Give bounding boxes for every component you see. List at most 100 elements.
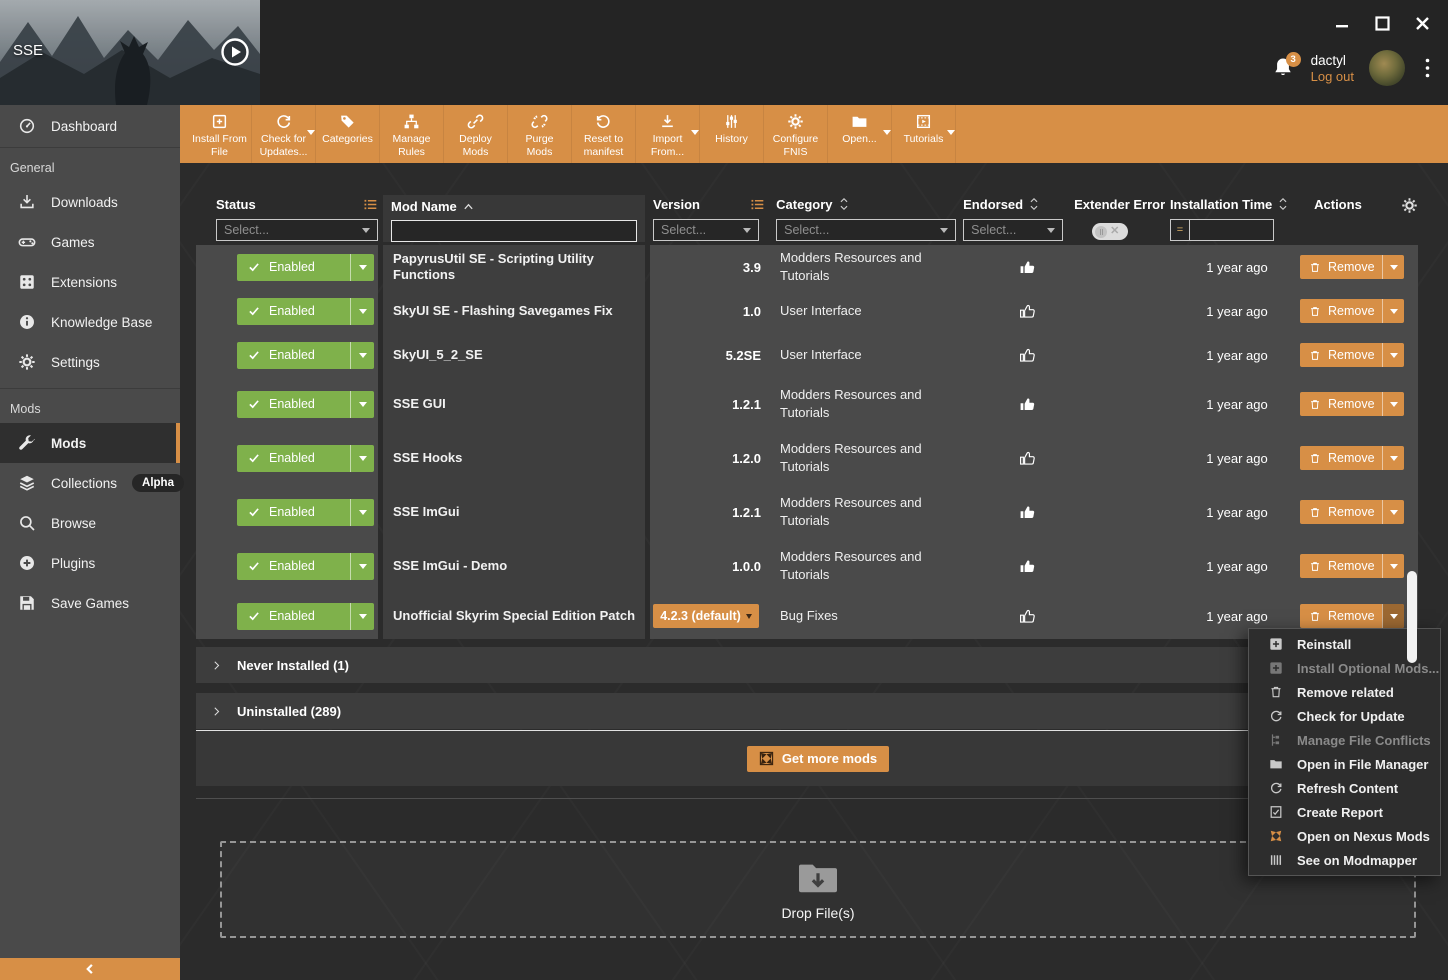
remove-mod-button[interactable]: Remove (1300, 343, 1404, 367)
context-item-refresh-content[interactable]: Refresh Content (1249, 776, 1440, 800)
remove-dropdown-caret[interactable] (1382, 392, 1404, 416)
column-header-extender-error[interactable]: Extender Error (1074, 197, 1165, 212)
column-header-status[interactable]: Status (216, 197, 256, 212)
version-select-button[interactable]: 4.2.3 (default) (653, 604, 759, 628)
drop-files-zone[interactable]: Drop File(s) (220, 841, 1416, 938)
version-filter-select[interactable]: Select... (653, 219, 759, 241)
status-dropdown-caret[interactable] (350, 603, 374, 630)
endorse-thumb-icon[interactable] (1019, 558, 1036, 575)
play-game-icon[interactable] (220, 37, 250, 67)
minimize-button[interactable] (1332, 13, 1352, 33)
status-filter-select[interactable]: Select... (216, 219, 378, 241)
context-item-see-on-modmapper[interactable]: See on Modmapper (1249, 848, 1440, 872)
column-header-installation-time[interactable]: Installation Time (1170, 197, 1272, 212)
mod-status-toggle[interactable]: Enabled (237, 391, 374, 418)
status-dropdown-caret[interactable] (350, 342, 374, 369)
mod-name[interactable]: SkyUI SE - Flashing Savegames Fix (393, 303, 613, 319)
endorse-thumb-icon[interactable] (1019, 303, 1036, 320)
context-item-create-report[interactable]: Create Report (1249, 800, 1440, 824)
mod-name-filter-input[interactable] (391, 220, 637, 242)
endorse-thumb-icon[interactable] (1019, 347, 1036, 364)
collapse-sidebar-button[interactable] (0, 958, 180, 980)
remove-dropdown-caret[interactable] (1382, 255, 1404, 279)
endorsed-filter-select[interactable]: Select... (963, 219, 1063, 241)
remove-dropdown-caret[interactable] (1382, 446, 1404, 470)
remove-dropdown-caret[interactable] (1382, 500, 1404, 524)
mod-name[interactable]: Unofficial Skyrim Special Edition Patch (393, 608, 635, 624)
sidebar-item-settings[interactable]: Settings (0, 342, 180, 382)
toolbar-check-for-updates[interactable]: Check for Updates... (252, 105, 316, 163)
remove-mod-button[interactable]: Remove (1300, 392, 1404, 416)
toolbar-manage-rules[interactable]: Manage Rules (380, 105, 444, 163)
mod-status-toggle[interactable]: Enabled (237, 298, 374, 325)
endorse-thumb-icon[interactable] (1019, 396, 1036, 413)
context-item-manage-file-conflicts[interactable]: Manage File Conflicts (1249, 728, 1440, 752)
column-header-mod-name[interactable]: Mod Name (391, 199, 457, 214)
endorse-thumb-icon[interactable] (1019, 259, 1036, 276)
remove-mod-button[interactable]: Remove (1300, 500, 1404, 524)
mod-name[interactable]: SkyUI_5_2_SE (393, 347, 483, 363)
endorse-thumb-icon[interactable] (1019, 450, 1036, 467)
time-filter-input[interactable] (1190, 219, 1274, 241)
mod-name[interactable]: SSE GUI (393, 396, 446, 412)
mod-status-toggle[interactable]: Enabled (237, 254, 374, 281)
toolbar-tutorials[interactable]: Tutorials (892, 105, 956, 163)
overflow-menu-icon[interactable] (1420, 57, 1434, 79)
context-item-open-in-file-manager[interactable]: Open in File Manager (1249, 752, 1440, 776)
mod-name[interactable]: SSE ImGui (393, 504, 459, 520)
maximize-button[interactable] (1372, 13, 1392, 33)
table-settings-gear-icon[interactable] (1401, 197, 1418, 214)
notifications-button[interactable]: 3 (1272, 56, 1296, 80)
mod-status-toggle[interactable]: Enabled (237, 603, 374, 630)
status-dropdown-caret[interactable] (350, 298, 374, 325)
endorse-thumb-icon[interactable] (1019, 504, 1036, 521)
mod-status-toggle[interactable]: Enabled (237, 342, 374, 369)
scrollbar-thumb[interactable] (1407, 571, 1417, 663)
status-dropdown-caret[interactable] (350, 391, 374, 418)
sidebar-item-save-games[interactable]: Save Games (0, 583, 180, 623)
column-header-endorsed[interactable]: Endorsed (963, 197, 1023, 212)
extender-error-filter-toggle[interactable]: ✕ (1092, 223, 1128, 240)
status-dropdown-caret[interactable] (350, 499, 374, 526)
column-header-version[interactable]: Version (653, 197, 700, 212)
group-by-icon[interactable] (363, 197, 378, 212)
status-dropdown-caret[interactable] (350, 553, 374, 580)
toolbar-reset-to-manifest[interactable]: Reset to manifest (572, 105, 636, 163)
toolbar-deploy-mods[interactable]: Deploy Mods (444, 105, 508, 163)
toolbar-open[interactable]: Open... (828, 105, 892, 163)
sidebar-item-downloads[interactable]: Downloads (0, 182, 180, 222)
endorse-thumb-icon[interactable] (1019, 608, 1036, 625)
remove-mod-button[interactable]: Remove (1300, 446, 1404, 470)
mod-name[interactable]: SSE ImGui - Demo (393, 558, 507, 574)
toolbar-history[interactable]: History (700, 105, 764, 163)
toolbar-configure-fnis[interactable]: Configure FNIS (764, 105, 828, 163)
sidebar-item-knowledge-base[interactable]: Knowledge Base (0, 302, 180, 342)
remove-dropdown-caret[interactable] (1382, 604, 1404, 628)
mod-status-toggle[interactable]: Enabled (237, 553, 374, 580)
context-item-remove-related[interactable]: Remove related (1249, 680, 1440, 704)
remove-mod-button[interactable]: Remove (1300, 255, 1404, 279)
toolbar-import-from[interactable]: Import From... (636, 105, 700, 163)
toolbar-install-from-file[interactable]: Install From File (188, 105, 252, 163)
mod-status-toggle[interactable]: Enabled (237, 445, 374, 472)
sidebar-item-extensions[interactable]: Extensions (0, 262, 180, 302)
logout-link[interactable]: Log out (1311, 69, 1354, 84)
remove-mod-button[interactable]: Remove (1300, 604, 1404, 628)
remove-dropdown-caret[interactable] (1382, 343, 1404, 367)
sidebar-item-browse[interactable]: Browse (0, 503, 180, 543)
avatar[interactable] (1369, 50, 1405, 86)
sidebar-item-games[interactable]: Games (0, 222, 180, 262)
sidebar-item-collections[interactable]: Collections Alpha (0, 463, 180, 503)
sidebar-item-mods[interactable]: Mods (0, 423, 180, 463)
mod-name[interactable]: SSE Hooks (393, 450, 462, 466)
mod-name[interactable]: PapyrusUtil SE - Scripting Utility Funct… (393, 251, 635, 284)
toolbar-purge-mods[interactable]: Purge Mods (508, 105, 572, 163)
remove-mod-button[interactable]: Remove (1300, 554, 1404, 578)
status-dropdown-caret[interactable] (350, 445, 374, 472)
remove-dropdown-caret[interactable] (1382, 299, 1404, 323)
column-header-category[interactable]: Category (776, 197, 832, 212)
context-item-check-for-update[interactable]: Check for Update (1249, 704, 1440, 728)
status-dropdown-caret[interactable] (350, 254, 374, 281)
context-item-open-on-nexus-mods[interactable]: Open on Nexus Mods (1249, 824, 1440, 848)
sidebar-item-dashboard[interactable]: Dashboard (0, 105, 180, 147)
